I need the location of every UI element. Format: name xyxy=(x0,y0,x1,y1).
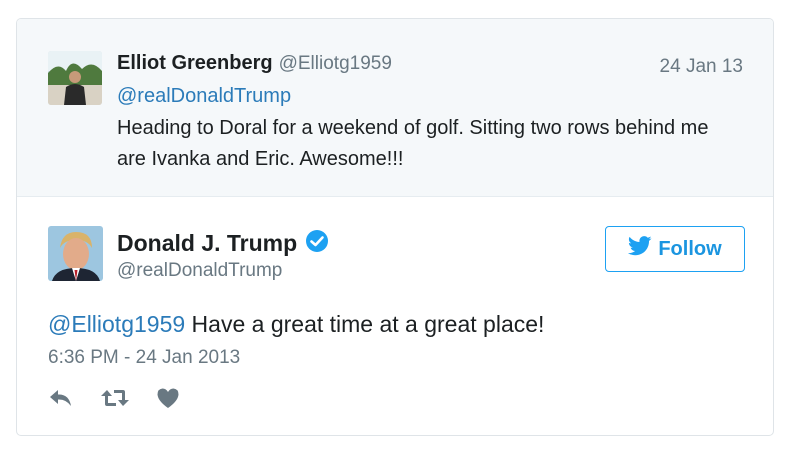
tweet-body: Have a great time at a great place! xyxy=(185,311,545,337)
retweet-icon[interactable] xyxy=(100,387,130,409)
follow-button[interactable]: Follow xyxy=(605,226,745,272)
author-avatar[interactable] xyxy=(48,226,103,281)
embedded-tweet-card: Elliot Greenberg @Elliotg1959 24 Jan 13 @… xyxy=(16,18,774,436)
author-name[interactable]: Donald J. Trump xyxy=(117,230,297,256)
quoted-author-name[interactable]: Elliot Greenberg xyxy=(117,52,273,74)
quoted-author-avatar[interactable] xyxy=(48,51,102,105)
quoted-author: Elliot Greenberg @Elliotg1959 xyxy=(117,52,392,75)
author-handle[interactable]: @realDonaldTrump xyxy=(117,260,282,282)
quoted-tweet-text: Heading to Doral for a weekend of golf. … xyxy=(117,117,709,170)
quoted-author-handle[interactable]: @Elliotg1959 xyxy=(279,53,392,74)
quoted-mention-link[interactable]: @realDonaldTrump xyxy=(117,85,291,108)
mention-link[interactable]: @Elliotg1959 xyxy=(48,311,185,337)
quoted-tweet-date[interactable]: 24 Jan 13 xyxy=(660,56,743,78)
heart-icon[interactable] xyxy=(156,387,180,409)
verified-badge-icon xyxy=(305,229,329,259)
follow-button-label: Follow xyxy=(658,237,722,260)
twitter-bird-icon xyxy=(628,236,658,262)
tweet-actions xyxy=(48,387,180,409)
quoted-tweet[interactable]: Elliot Greenberg @Elliotg1959 24 Jan 13 @… xyxy=(17,19,773,197)
tweet-text: @Elliotg1959 Have a great time at a grea… xyxy=(48,311,544,338)
author-name-row: Donald J. Trump xyxy=(117,229,329,259)
reply-icon[interactable] xyxy=(48,387,74,409)
tweet-timestamp[interactable]: 6:36 PM - 24 Jan 2013 xyxy=(48,347,240,369)
